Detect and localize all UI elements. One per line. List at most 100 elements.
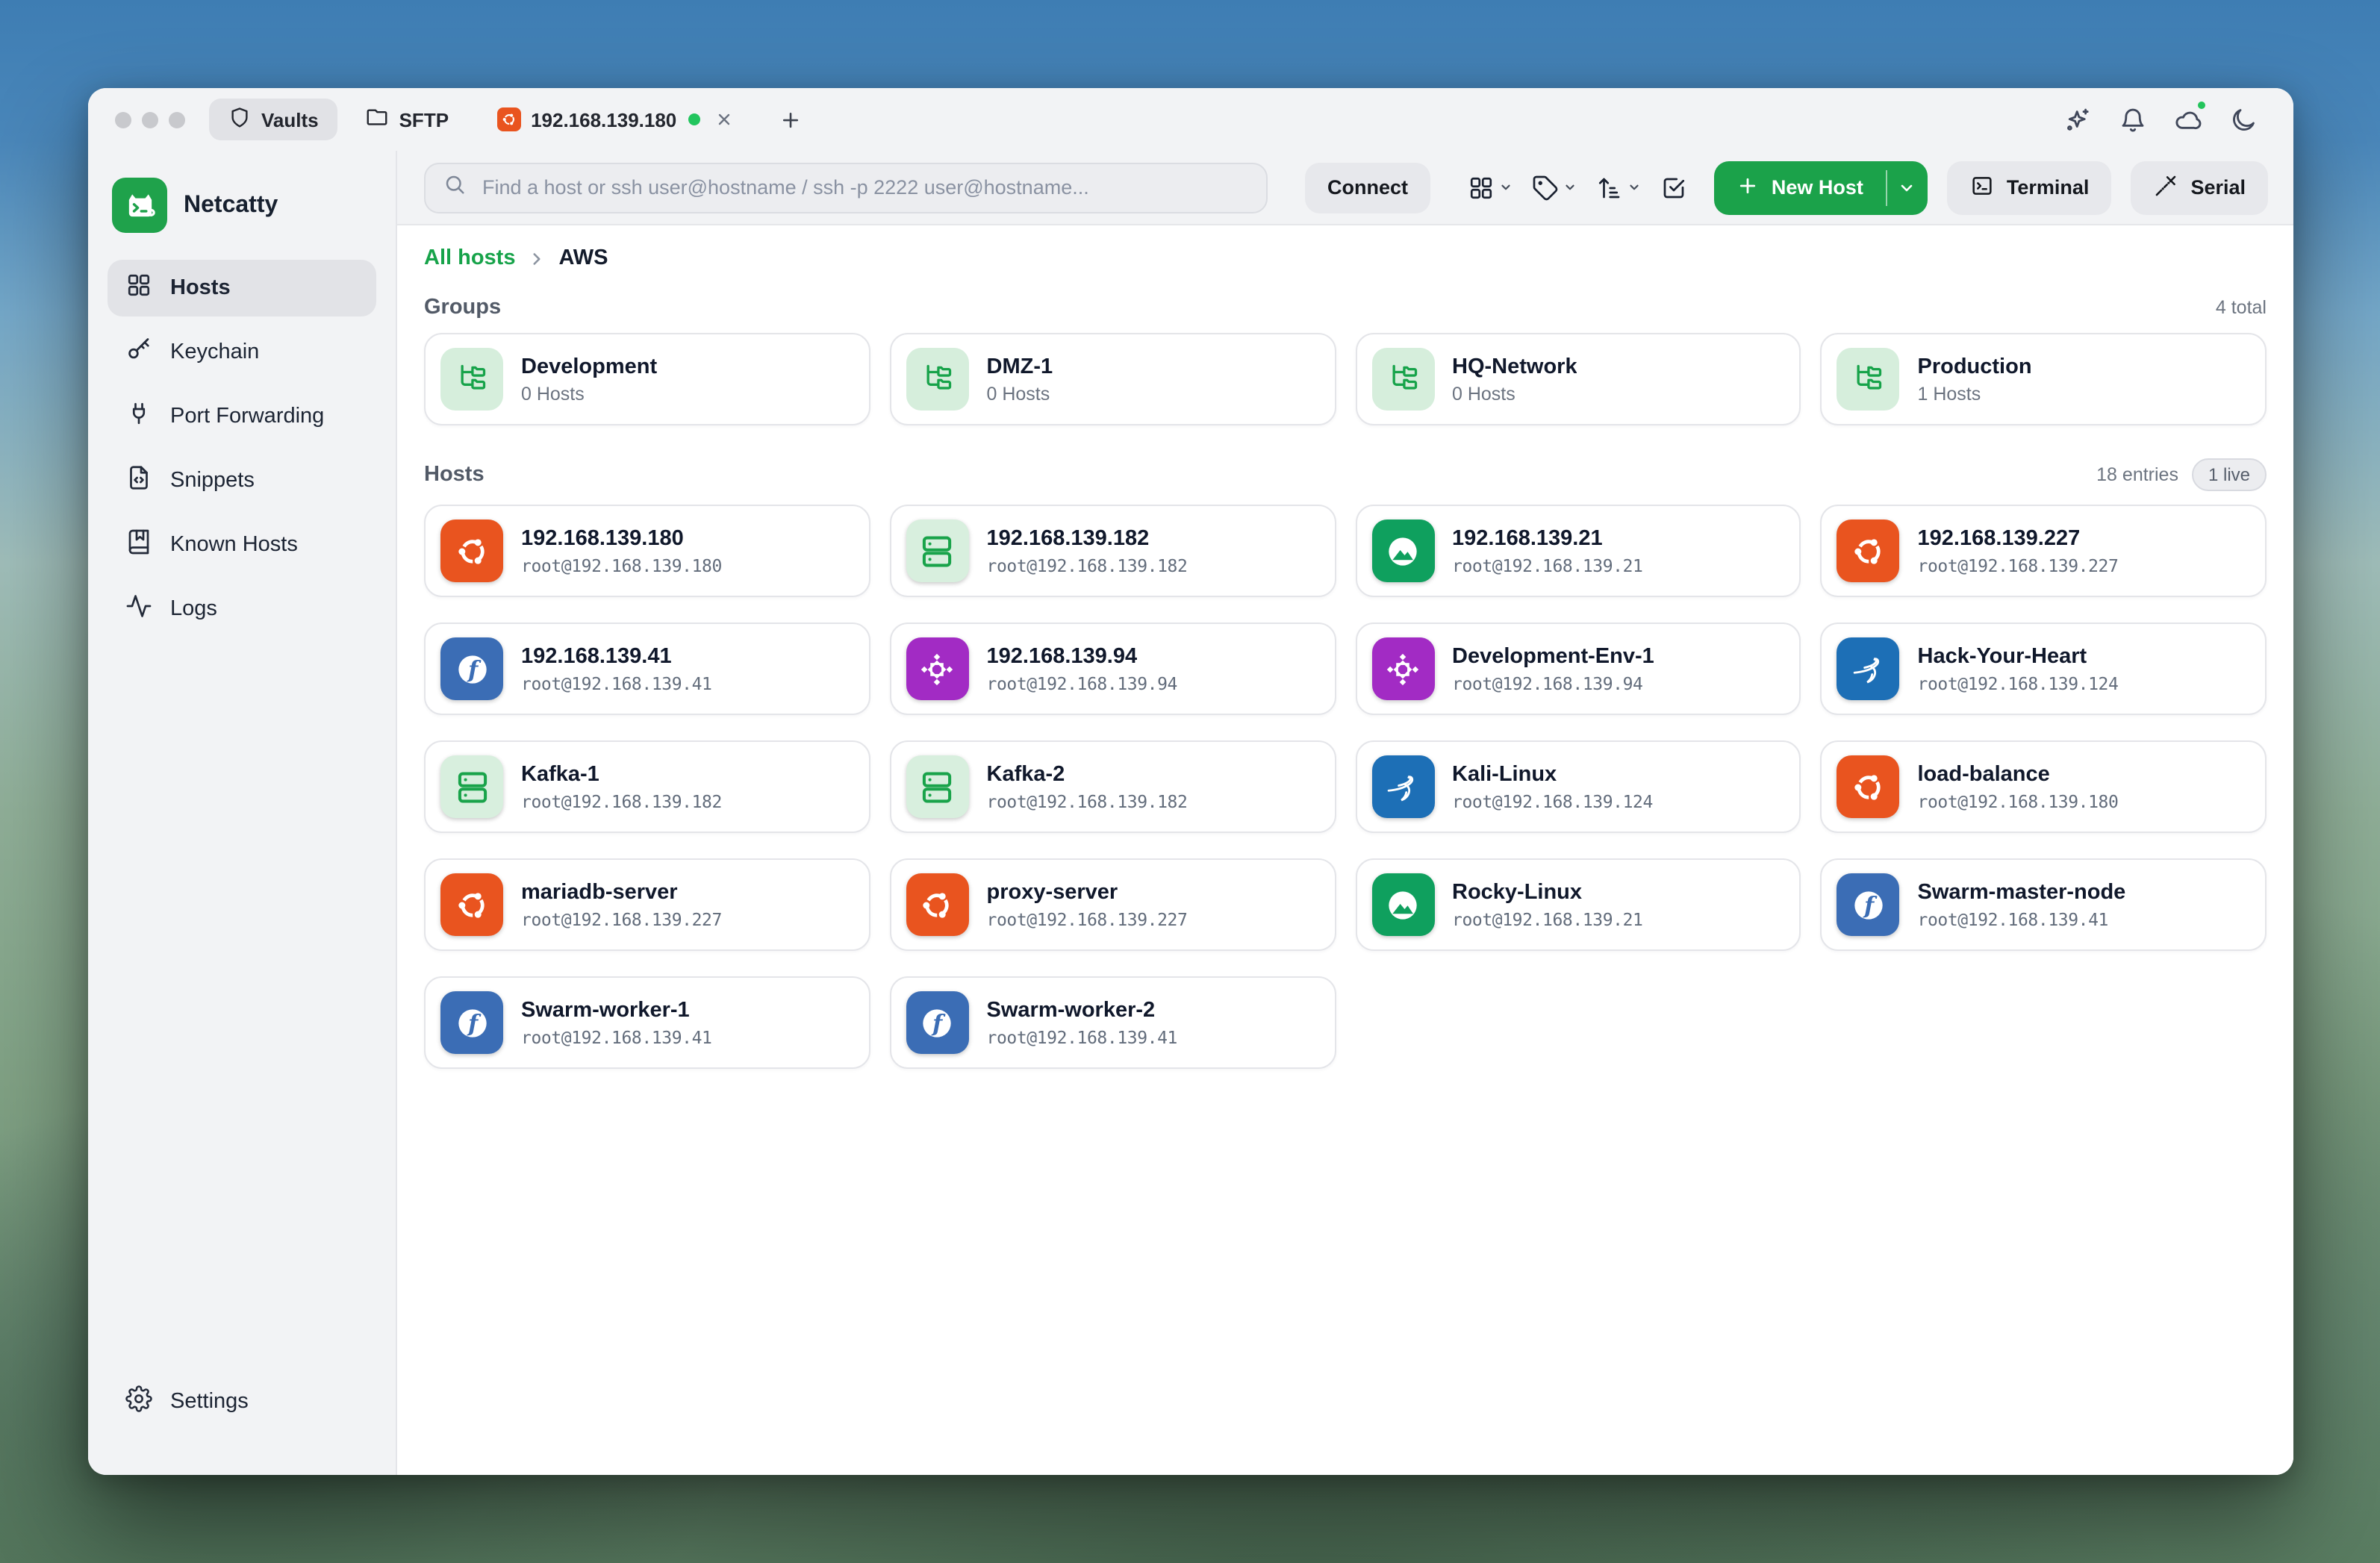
tab-host-192-168-139-180[interactable]: 192.168.139.180 [477, 99, 753, 140]
host-card[interactable]: 192.168.139.21 root@192.168.139.21 [1355, 505, 1801, 597]
host-card[interactable]: 192.168.139.180 root@192.168.139.180 [424, 505, 870, 597]
host-card[interactable]: mariadb-server root@192.168.139.227 [424, 858, 870, 951]
sidebar-nav: Hosts Keychain Port Forwarding Snippets … [108, 260, 376, 637]
host-card[interactable]: 192.168.139.227 root@192.168.139.227 [1821, 505, 2267, 597]
host-card[interactable]: 192.168.139.182 root@192.168.139.182 [890, 505, 1336, 597]
view-controls [1468, 174, 1687, 201]
centos-icon [906, 637, 969, 700]
host-name: Swarm-worker-1 [521, 998, 712, 1022]
serial-label: Serial [2190, 176, 2246, 199]
host-name: Rocky-Linux [1452, 880, 1643, 904]
host-user: root@192.168.139.182 [987, 555, 1188, 575]
hosts-grid: 192.168.139.180 root@192.168.139.180 192… [424, 505, 2267, 1069]
host-card[interactable]: Hack-Your-Heart root@192.168.139.124 [1821, 623, 2267, 715]
grid-view-button[interactable] [1468, 174, 1513, 201]
activity-icon [125, 593, 152, 625]
sidebar-item-logs[interactable]: Logs [108, 581, 376, 637]
kali-icon [1837, 637, 1900, 700]
sidebar-item-snippets[interactable]: Snippets [108, 452, 376, 509]
rocky-icon [1371, 520, 1434, 582]
close-window-button[interactable] [115, 111, 131, 128]
server-icon [906, 755, 969, 818]
sidebar-item-known-hosts[interactable]: Known Hosts [108, 517, 376, 573]
zoom-window-button[interactable] [169, 111, 185, 128]
search-input[interactable] [479, 175, 1248, 200]
serial-button[interactable]: Serial [2131, 160, 2268, 214]
tag-filter-button[interactable] [1532, 174, 1577, 201]
rocky-icon [1371, 873, 1434, 936]
minimize-window-button[interactable] [142, 111, 158, 128]
tab-vaults[interactable]: Vaults [209, 99, 338, 140]
netcatty-window: Vaults SFTP 192.168.139.180 [88, 88, 2293, 1475]
sync-cloud-icon[interactable] [2172, 104, 2202, 134]
group-card[interactable]: HQ-Network 0 Hosts [1355, 333, 1801, 425]
host-name: Swarm-master-node [1918, 880, 2126, 904]
host-user: root@192.168.139.124 [1452, 790, 1653, 811]
host-card[interactable]: Rocky-Linux root@192.168.139.21 [1355, 858, 1801, 951]
grid-icon [125, 272, 152, 305]
host-user: root@192.168.139.182 [521, 790, 722, 811]
group-card[interactable]: Development 0 Hosts [424, 333, 870, 425]
sidebar-item-port-forwarding[interactable]: Port Forwarding [108, 388, 376, 445]
connection-live-dot [688, 113, 700, 125]
host-user: root@192.168.139.41 [987, 1026, 1178, 1047]
key-icon [125, 336, 152, 369]
terminal-button[interactable]: Terminal [1947, 160, 2112, 214]
file-code-icon [125, 464, 152, 497]
group-host-count: 1 Hosts [1918, 383, 2032, 404]
new-host-dropdown-button[interactable] [1887, 160, 1928, 214]
host-name: Swarm-worker-2 [987, 998, 1178, 1022]
fedora-icon: f [440, 637, 503, 700]
connect-button[interactable]: Connect [1305, 162, 1430, 213]
host-user: root@192.168.139.227 [1918, 555, 2119, 575]
new-tab-button[interactable] [779, 108, 802, 131]
breadcrumb-all-hosts[interactable]: All hosts [424, 246, 515, 270]
host-name: Kali-Linux [1452, 762, 1653, 786]
host-user: root@192.168.139.41 [1918, 908, 2126, 929]
host-name: load-balance [1918, 762, 2119, 786]
host-user: root@192.168.139.180 [521, 555, 722, 575]
sidebar-item-hosts[interactable]: Hosts [108, 260, 376, 316]
host-card[interactable]: proxy-server root@192.168.139.227 [890, 858, 1336, 951]
host-card[interactable]: f Swarm-master-node root@192.168.139.41 [1821, 858, 2267, 951]
host-card[interactable]: Kafka-1 root@192.168.139.182 [424, 740, 870, 833]
folder-tree-icon [1371, 348, 1434, 411]
tab-sftp[interactable]: SFTP [347, 99, 468, 140]
sidebar-item-label: Settings [170, 1390, 249, 1414]
group-host-count: 0 Hosts [987, 383, 1053, 404]
tab-label: SFTP [399, 108, 449, 131]
sync-online-badge [2195, 99, 2208, 112]
plug-icon [125, 400, 152, 433]
host-card[interactable]: f 192.168.139.41 root@192.168.139.41 [424, 623, 870, 715]
groups-total: 4 total [2216, 297, 2267, 318]
host-card[interactable]: Kali-Linux root@192.168.139.124 [1355, 740, 1801, 833]
host-card[interactable]: 192.168.139.94 root@192.168.139.94 [890, 623, 1336, 715]
host-name: 192.168.139.94 [987, 644, 1178, 668]
plus-icon [1737, 174, 1760, 201]
terminal-icon [1969, 172, 1995, 202]
host-card[interactable]: Development-Env-1 root@192.168.139.94 [1355, 623, 1801, 715]
host-card[interactable]: f Swarm-worker-2 root@192.168.139.41 [890, 976, 1336, 1069]
host-card[interactable]: Kafka-2 root@192.168.139.182 [890, 740, 1336, 833]
group-card[interactable]: Production 1 Hosts [1821, 333, 2267, 425]
sort-order-button[interactable] [1596, 174, 1641, 201]
group-name: Production [1918, 355, 2032, 378]
host-card[interactable]: f Swarm-worker-1 root@192.168.139.41 [424, 976, 870, 1069]
dark-mode-moon-icon[interactable] [2228, 104, 2258, 134]
serial-cable-icon [2153, 172, 2178, 202]
fedora-icon: f [1837, 873, 1900, 936]
titlebar: Vaults SFTP 192.168.139.180 [88, 88, 2293, 151]
sidebar-item-keychain[interactable]: Keychain [108, 324, 376, 381]
new-host-button[interactable]: New Host [1715, 160, 1886, 214]
host-user: root@192.168.139.182 [987, 790, 1188, 811]
ai-sparkle-icon[interactable] [2062, 104, 2092, 134]
notifications-bell-icon[interactable] [2117, 104, 2147, 134]
multi-select-button[interactable] [1660, 174, 1687, 201]
sidebar-item-settings[interactable]: Settings [108, 1373, 376, 1430]
close-tab-icon[interactable] [715, 110, 733, 128]
group-card[interactable]: DMZ-1 0 Hosts [890, 333, 1336, 425]
host-card[interactable]: load-balance root@192.168.139.180 [1821, 740, 2267, 833]
host-user: root@192.168.139.41 [521, 673, 712, 693]
book-icon [125, 528, 152, 561]
shield-icon [228, 106, 251, 133]
